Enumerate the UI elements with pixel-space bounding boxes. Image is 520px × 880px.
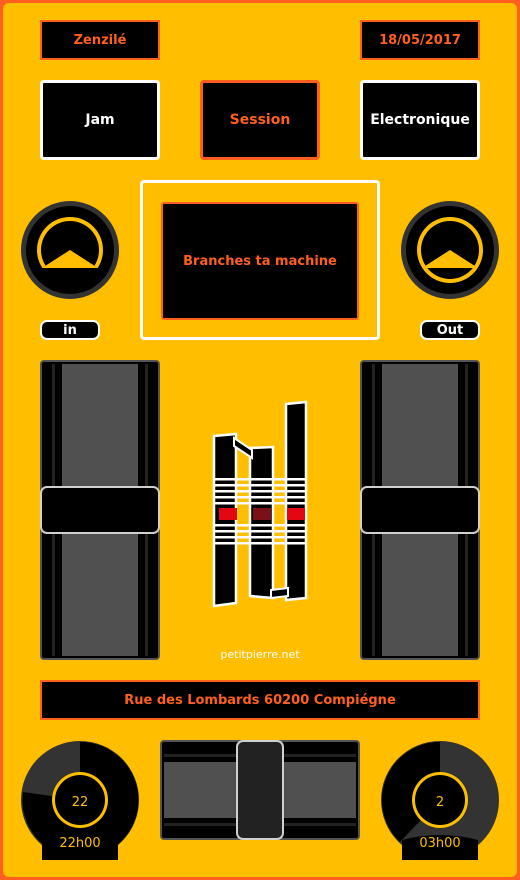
credit-link[interactable]: petitpierre.net bbox=[200, 648, 320, 666]
left-fader-handle[interactable] bbox=[40, 486, 160, 534]
output-label: Out bbox=[420, 320, 480, 340]
left-dial-value: 22 bbox=[71, 795, 89, 810]
left-dial-time: 22h00 bbox=[59, 836, 101, 851]
mode-session-button[interactable]: Session bbox=[200, 80, 320, 160]
mode-electronique-button[interactable]: Electronique bbox=[360, 80, 480, 160]
display-message: Branches ta machine bbox=[183, 253, 337, 269]
date-label[interactable]: 18/05/2017 bbox=[360, 20, 480, 60]
address-bar[interactable]: Rue des Lombards 60200 Compiégne bbox=[40, 680, 480, 720]
right-fader-handle[interactable] bbox=[360, 486, 480, 534]
output-knob[interactable] bbox=[400, 200, 500, 300]
logo-icon bbox=[212, 400, 308, 608]
right-dial-time: 03h00 bbox=[419, 836, 461, 851]
mixer-panel: Zenzilé 18/05/2017 Jam Session Electroni… bbox=[3, 3, 517, 877]
right-dial-value: 2 bbox=[435, 795, 445, 810]
input-knob[interactable] bbox=[20, 200, 120, 300]
display-screen: Branches ta machine bbox=[161, 202, 359, 320]
input-label: in bbox=[40, 320, 100, 340]
display-frame: Branches ta machine bbox=[140, 180, 380, 340]
crossfader-handle[interactable] bbox=[236, 740, 284, 840]
artist-label[interactable]: Zenzilé bbox=[40, 20, 160, 60]
mode-jam-button[interactable]: Jam bbox=[40, 80, 160, 160]
